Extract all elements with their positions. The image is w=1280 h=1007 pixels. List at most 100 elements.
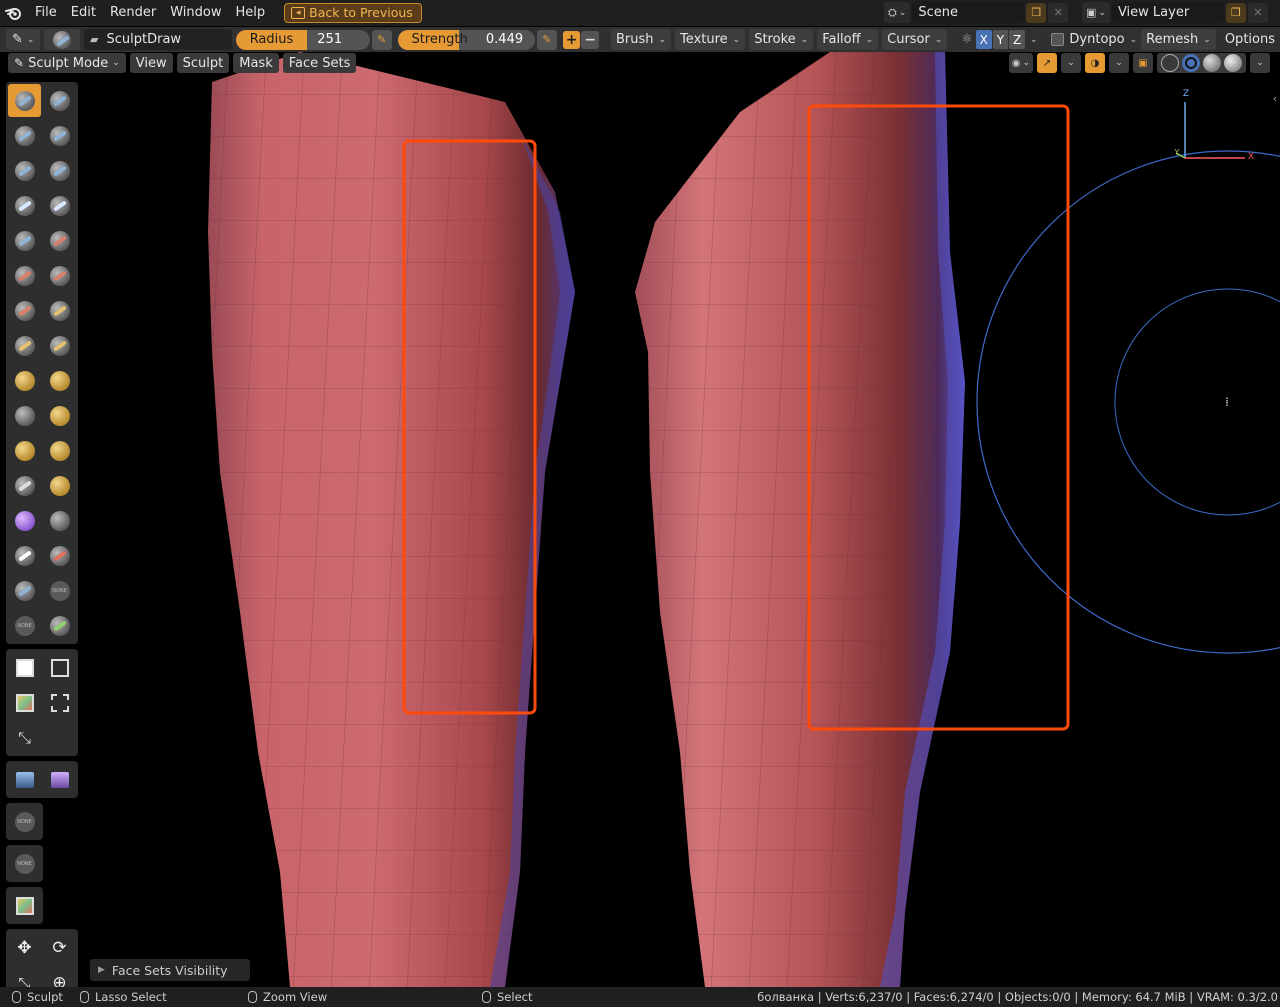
strength-slider[interactable]: Strength 0.449	[397, 29, 536, 50]
mask-menu[interactable]: Mask	[233, 53, 279, 73]
strength-pressure-button[interactable]: ✎	[537, 29, 557, 50]
texture-dropdown[interactable]: Texture ⌄	[675, 29, 746, 50]
mode-selector[interactable]: ✎ Sculpt Mode ⌄	[8, 53, 126, 73]
menu-file[interactable]: File	[28, 2, 64, 24]
radius-slider[interactable]: Radius 251 px	[235, 29, 370, 50]
mask-brush-tool[interactable]	[8, 539, 41, 572]
scene-name-field[interactable]: Scene	[912, 2, 1025, 23]
falloff-dropdown[interactable]: Falloff ⌄	[817, 29, 879, 50]
multires-displacement-smear-tool[interactable]: NONE	[43, 574, 76, 607]
scrape-brush-tool[interactable]	[8, 294, 41, 327]
box-mask-tool[interactable]	[8, 651, 41, 684]
delete-scene-button[interactable]: ✕	[1048, 2, 1069, 23]
view-layer-browse-button[interactable]: ▣ ⌄	[1082, 2, 1110, 23]
line-project-tool[interactable]: ⤡	[8, 721, 41, 754]
multiplane-scrape-brush-tool[interactable]	[43, 294, 76, 327]
3d-viewport[interactable]: Z X Y ⁞ ‹ ✎ Sculpt Mode ⌄ View Sculpt Ma…	[0, 52, 1280, 987]
rendered-shading-icon[interactable]	[1224, 54, 1242, 72]
nudge-brush-tool[interactable]	[8, 434, 41, 467]
boundary-brush-tool[interactable]	[43, 469, 76, 502]
transform-tool[interactable]: ⊕	[43, 966, 76, 988]
view-menu[interactable]: View	[129, 53, 173, 73]
thumb-brush-tool[interactable]	[8, 399, 41, 432]
box-trim-tool[interactable]	[43, 686, 76, 719]
new-scene-button[interactable]: ❐	[1026, 2, 1047, 23]
blob-brush-tool[interactable]	[43, 189, 76, 222]
sculpt-menu[interactable]: Sculpt	[176, 53, 230, 73]
pinch-brush-tool[interactable]	[8, 329, 41, 362]
menu-help[interactable]: Help	[229, 2, 273, 24]
mask-by-color-tool[interactable]	[8, 889, 41, 922]
menu-render[interactable]: Render	[103, 2, 163, 24]
snake-hook-brush-tool[interactable]	[43, 364, 76, 397]
brush-name-field[interactable]: ▰ SculptDraw	[84, 29, 232, 50]
inflate-brush-tool[interactable]	[8, 189, 41, 222]
new-view-layer-button[interactable]: ❐	[1225, 2, 1246, 23]
flatten-brush-tool[interactable]	[8, 259, 41, 292]
mesh-filter-tool[interactable]	[8, 763, 41, 796]
color-filter-tool[interactable]: NONE	[8, 805, 41, 838]
symmetry-z-toggle[interactable]: Z	[1009, 30, 1026, 49]
layer-brush-tool[interactable]	[43, 154, 76, 187]
xray-toggle[interactable]: ▣	[1133, 53, 1153, 73]
box-trim-icon	[50, 693, 69, 712]
material-shading-icon[interactable]	[1203, 54, 1221, 72]
fill-brush-tool[interactable]	[43, 259, 76, 292]
cloth-filter-tool[interactable]	[43, 763, 76, 796]
elastic-deform-brush-tool[interactable]	[8, 364, 41, 397]
box-face-set-tool[interactable]	[8, 686, 41, 719]
solid-shading-icon[interactable]	[1182, 54, 1200, 72]
multires-displacement-eraser-tool[interactable]	[8, 574, 41, 607]
visibility-dropdown[interactable]: ◉ ⌄	[1008, 53, 1033, 73]
add-direction-button[interactable]: +	[562, 30, 581, 49]
draw-sharp-brush-tool[interactable]	[43, 84, 76, 117]
slide-relax-brush-tool[interactable]	[8, 469, 41, 502]
draw-face-sets-brush-tool[interactable]	[43, 539, 76, 572]
editor-type-button[interactable]: ✎ ⌄	[6, 29, 41, 50]
rotate-tool[interactable]: ⟳	[43, 931, 76, 964]
gizmo-toggle[interactable]: ↗	[1037, 53, 1057, 73]
subtract-direction-button[interactable]: −	[581, 30, 600, 49]
face-sets-menu[interactable]: Face Sets	[282, 53, 357, 73]
shading-dropdown[interactable]: ⌄	[1250, 53, 1270, 73]
scale-tool[interactable]: ⤡	[8, 966, 41, 988]
brush-dropdown[interactable]: Brush ⌄	[611, 29, 672, 50]
draw-brush-tool[interactable]	[8, 84, 41, 117]
rotate-brush-tool[interactable]	[43, 434, 76, 467]
smear-brush-tool[interactable]	[43, 609, 76, 642]
symmetry-x-toggle[interactable]: X	[975, 30, 992, 49]
cursor-dropdown[interactable]: Cursor ⌄	[882, 29, 948, 50]
brush-preview-button[interactable]	[44, 29, 81, 50]
clay-brush-tool[interactable]	[8, 119, 41, 152]
dyntopo-toggle[interactable]: Dyntopo ⌄	[1051, 29, 1137, 50]
box-hide-tool[interactable]	[43, 651, 76, 684]
simplify-brush-tool[interactable]	[43, 504, 76, 537]
overlays-dropdown[interactable]: ⌄	[1109, 53, 1129, 73]
stroke-dropdown[interactable]: Stroke ⌄	[749, 29, 814, 50]
edit-face-set-tool[interactable]: NONE	[8, 847, 41, 880]
delete-view-layer-button[interactable]: ✕	[1247, 2, 1268, 23]
paint-brush-tool[interactable]: NONE	[8, 609, 41, 642]
clay-thumb-brush-tool[interactable]	[8, 154, 41, 187]
clay-strips-brush-tool[interactable]	[43, 119, 76, 152]
pose-brush-tool[interactable]	[43, 399, 76, 432]
options-dropdown[interactable]: Options	[1220, 29, 1280, 50]
menu-window[interactable]: Window	[163, 2, 228, 24]
gizmo-dropdown[interactable]: ⌄	[1061, 53, 1081, 73]
radius-pressure-button[interactable]: ✎	[371, 29, 392, 50]
move-tool[interactable]: ✥	[8, 931, 41, 964]
symmetry-y-toggle[interactable]: Y	[992, 30, 1009, 49]
view-layer-name-field[interactable]: View Layer	[1111, 2, 1224, 23]
blender-logo-icon[interactable]	[0, 0, 28, 26]
face-sets-visibility-panel[interactable]: ▶ Face Sets Visibility	[90, 959, 250, 981]
crease-brush-tool[interactable]	[8, 224, 41, 257]
grab-brush-tool[interactable]	[43, 329, 76, 362]
wireframe-shading-icon[interactable]	[1161, 54, 1179, 72]
back-to-previous-button[interactable]: ◂ Back to Previous	[284, 3, 422, 23]
scene-browse-button[interactable]: ⛭ ⌄	[884, 2, 911, 23]
overlays-toggle[interactable]: ◑	[1085, 53, 1105, 73]
remesh-dropdown[interactable]: Remesh ⌄	[1141, 29, 1216, 50]
smooth-brush-tool[interactable]	[43, 224, 76, 257]
cloth-brush-tool[interactable]	[8, 504, 41, 537]
menu-edit[interactable]: Edit	[64, 2, 103, 24]
